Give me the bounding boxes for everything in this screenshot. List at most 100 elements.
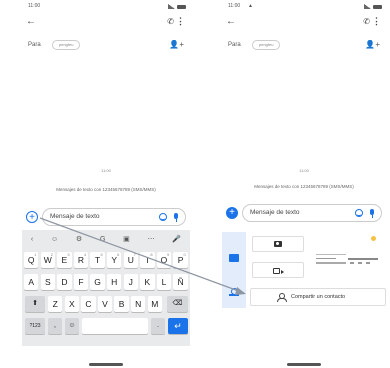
keyboard-row-1: Q1W2E3R4T5Y6U7I8O9P0 xyxy=(22,252,190,270)
letter-key[interactable]: D xyxy=(57,274,72,290)
letter-key[interactable]: B xyxy=(114,296,129,312)
letter-key[interactable]: M xyxy=(147,296,162,312)
message-input[interactable]: Mensaje de texto xyxy=(42,208,186,226)
emoji-icon[interactable] xyxy=(355,209,363,217)
keyboard-toolbar-icon[interactable]: ▣ xyxy=(123,235,130,243)
person-icon xyxy=(277,293,287,302)
share-contact-button[interactable]: Compartir un contacto xyxy=(250,288,386,306)
symbols-key[interactable]: ?123 xyxy=(25,318,45,334)
image-thumbnail-icon xyxy=(371,236,376,241)
letter-key[interactable]: V xyxy=(97,296,113,312)
letter-key[interactable]: X xyxy=(64,296,79,312)
home-indicator[interactable] xyxy=(89,363,123,366)
letter-key[interactable]: S xyxy=(40,274,55,290)
recipient-row: Para pengfeu 👤+ xyxy=(228,40,380,52)
letter-key[interactable]: Ñ xyxy=(173,274,188,290)
letter-key[interactable]: U7 xyxy=(123,252,138,268)
microphone-icon[interactable] xyxy=(174,213,178,222)
status-bar: 11:00 ▲ xyxy=(228,3,382,11)
letter-key[interactable]: Q1 xyxy=(24,252,39,268)
key-hint: 4 xyxy=(83,252,87,257)
letter-key[interactable]: K xyxy=(140,274,155,290)
period-key[interactable]: . xyxy=(151,318,165,334)
letter-key[interactable]: O9 xyxy=(156,252,172,268)
screenshot-thumbnail-icon xyxy=(316,254,378,264)
letter-key[interactable]: P0 xyxy=(173,252,188,268)
home-indicator[interactable] xyxy=(287,363,321,366)
keyboard-toolbar-icon[interactable]: 🎤 xyxy=(172,235,181,243)
backspace-key[interactable]: ⌫ xyxy=(167,296,188,312)
to-label: Para xyxy=(228,42,241,48)
microphone-icon[interactable] xyxy=(370,209,374,218)
key-hint: 8 xyxy=(150,252,153,257)
letter-key[interactable]: G xyxy=(90,274,105,290)
keyboard-toolbar-icon[interactable]: ‹ xyxy=(31,236,33,243)
recipient-chip[interactable]: pengfeu xyxy=(252,40,281,50)
video-button[interactable] xyxy=(252,262,304,278)
letter-key[interactable]: T5 xyxy=(90,252,105,268)
message-composer: + Mensaje de texto xyxy=(26,208,186,226)
message-input[interactable]: Mensaje de texto xyxy=(242,204,382,222)
sms-note: Mensajes de texto con 12345678789 (SMS/M… xyxy=(56,187,156,192)
attachment-sidebar xyxy=(222,232,246,308)
keyboard-row-2: ASDFGHJKLÑ xyxy=(22,274,190,292)
key-hint: 2 xyxy=(50,252,53,257)
space-key[interactable] xyxy=(82,318,148,334)
phone-right-screen: 11:00 ▲ ← ✆ ⋮ Para pengfeu 👤+ 11:00 Mens… xyxy=(220,0,388,368)
emoji-icon[interactable] xyxy=(159,213,167,221)
camera-button[interactable] xyxy=(252,236,304,252)
letter-key[interactable]: Y6 xyxy=(107,252,122,268)
back-arrow-icon[interactable]: ← xyxy=(226,16,236,27)
shift-key[interactable]: ⬆ xyxy=(25,296,45,312)
contact-tab-icon[interactable] xyxy=(229,288,239,296)
more-options-icon[interactable]: ⋮ xyxy=(176,16,185,27)
letter-key[interactable]: R4 xyxy=(73,252,89,268)
enter-key[interactable]: ↵ xyxy=(168,318,188,334)
phone-left-screen: 11:00 ← ✆ ⋮ Para pengfeu 👤+ 11:00 Mensaj… xyxy=(20,0,192,368)
add-person-icon[interactable]: 👤+ xyxy=(169,40,184,49)
recipient-chip[interactable]: pengfeu xyxy=(52,40,81,50)
on-screen-keyboard: ‹ ☺ ⚙ G ▣ ⋯ 🎤 Q1W2E3R4T5Y6U7I8O9P0 ASDFGHJKLÑ … xyxy=(22,230,190,346)
letter-key[interactable]: F xyxy=(73,274,89,290)
letter-key[interactable]: N xyxy=(131,296,146,312)
letter-key[interactable]: I8 xyxy=(140,252,155,268)
camera-icon xyxy=(274,241,282,247)
emoji-key[interactable]: ☺ xyxy=(65,318,79,334)
keyboard-toolbar-icon[interactable]: ☺ xyxy=(51,236,58,243)
letter-key[interactable]: L xyxy=(156,274,172,290)
add-person-icon[interactable]: 👤+ xyxy=(365,40,380,49)
share-contact-label: Compartir un contacto xyxy=(291,294,346,300)
keyboard-toolbar-icon[interactable]: ⚙ xyxy=(76,235,82,243)
key-letter: I xyxy=(146,255,149,265)
gallery-thumbnails[interactable] xyxy=(310,232,386,266)
comma-key[interactable]: , xyxy=(48,318,62,334)
status-time: 11:00 xyxy=(28,3,41,9)
letter-key[interactable]: A xyxy=(24,274,39,290)
keyboard-row-4: ?123 , ☺ . ↵ xyxy=(22,318,190,336)
add-attachment-button[interactable]: + xyxy=(26,211,38,223)
keyboard-toolbar-icon[interactable]: ⋯ xyxy=(148,235,155,243)
letter-key[interactable]: W2 xyxy=(40,252,55,268)
key-hint: 3 xyxy=(67,252,70,257)
keyboard-row-3: ⬆ Z X C V B N M ⌫ xyxy=(22,296,190,314)
letter-key[interactable]: Z xyxy=(48,296,63,312)
letter-key[interactable]: J xyxy=(123,274,138,290)
recipient-row: Para pengfeu 👤+ xyxy=(28,40,184,52)
letter-key[interactable]: E3 xyxy=(57,252,72,268)
back-arrow-icon[interactable]: ← xyxy=(26,16,36,27)
key-hint: 5 xyxy=(100,252,103,257)
letter-key[interactable]: H xyxy=(107,274,122,290)
status-time: 11:00 xyxy=(228,3,241,9)
key-hint: 9 xyxy=(166,252,170,257)
signal-icon xyxy=(364,4,371,9)
letter-key[interactable]: C xyxy=(81,296,96,312)
app-bar: ← ✆ ⋮ xyxy=(226,16,382,30)
more-options-icon[interactable]: ⋮ xyxy=(372,16,381,27)
add-attachment-button[interactable]: + xyxy=(226,207,238,219)
phone-call-icon[interactable]: ✆ xyxy=(363,17,370,26)
phone-call-icon[interactable]: ✆ xyxy=(167,17,174,26)
signal-icon xyxy=(168,4,175,9)
gallery-icon[interactable] xyxy=(229,254,239,262)
keyboard-toolbar-icon[interactable]: G xyxy=(100,236,105,243)
warning-icon: ▲ xyxy=(248,3,253,9)
